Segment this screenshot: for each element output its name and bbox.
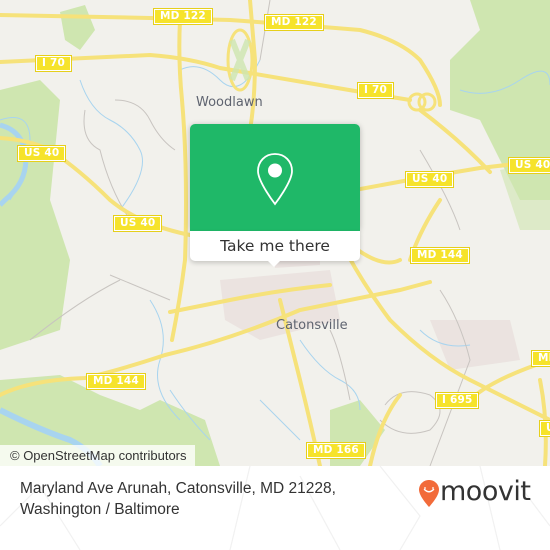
map[interactable]: Woodlawn Catonsville MD 122 MD 122 I 70 … [0,0,550,466]
place-label-catonsville: Catonsville [276,318,348,333]
road-shield-md144: MD 144 [410,247,470,264]
location-popup: Take me there [190,124,360,267]
address-line-1: Maryland Ave Arunah, Catonsville, MD 212… [20,480,336,497]
take-me-there-button[interactable]: Take me there [190,231,360,261]
popup-pointer [266,259,282,267]
road-shield-us40: US 40 [16,145,67,162]
road-shield-md166: MD 166 [306,442,366,459]
map-pin-icon [257,153,293,206]
road-shield-i70: I 70 [35,55,72,72]
road-shield-md-partial: MD [531,350,550,367]
footer: Maryland Ave Arunah, Catonsville, MD 212… [0,466,550,550]
address-line-2: Washington / Baltimore [20,501,180,518]
road-shield-us40: US 40 [112,215,163,232]
place-label-woodlawn: Woodlawn [196,95,263,110]
road-shield-us40: US 40 [404,171,455,188]
road-shield-md122: MD 122 [264,14,324,31]
popup-header [190,124,360,231]
moovit-wordmark: moovit [440,476,531,507]
road-shield-i695: I 695 [434,392,480,409]
road-shield-us40: US 40 [507,157,550,174]
road-shield-md122: MD 122 [153,8,213,25]
road-shield-i70: I 70 [357,82,394,99]
road-shield-us-partial: U [539,420,550,437]
address-text: Maryland Ave Arunah, Catonsville, MD 212… [20,478,380,520]
moovit-pin-icon [419,480,439,507]
map-attribution[interactable]: © OpenStreetMap contributors [0,445,195,466]
road-shield-md144: MD 144 [86,373,146,390]
